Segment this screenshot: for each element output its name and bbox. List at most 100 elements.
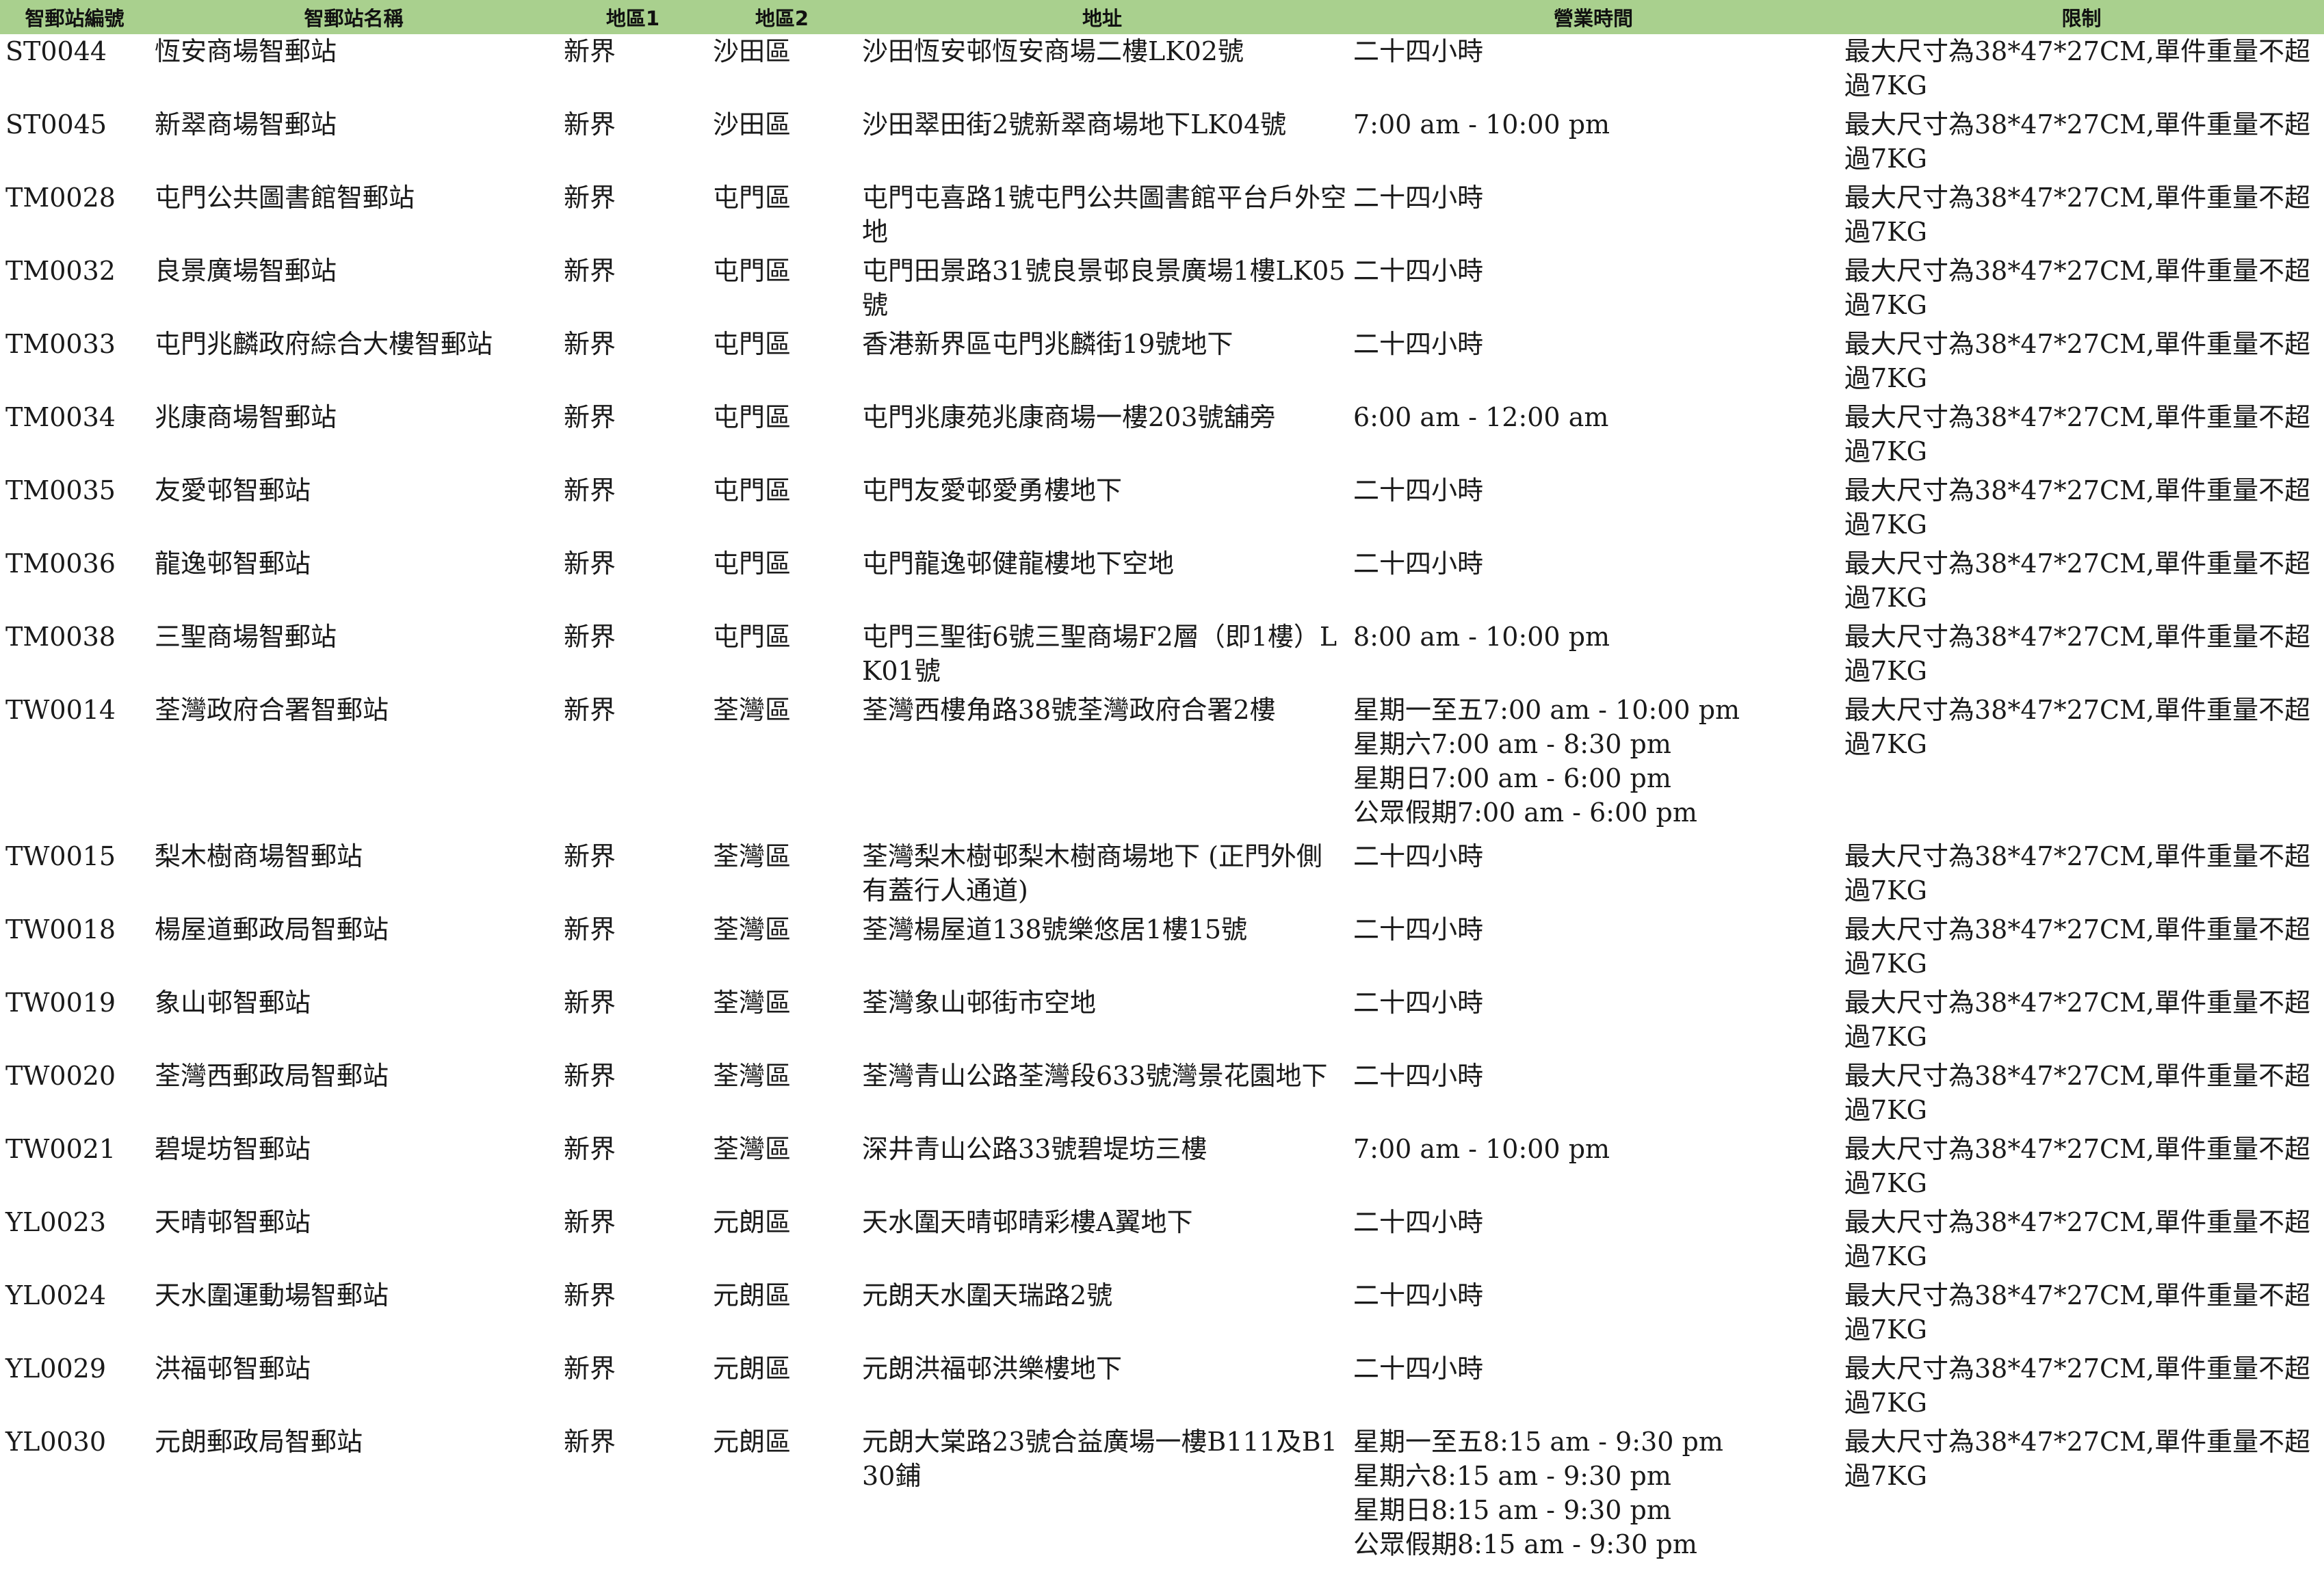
- cell-region-2[interactable]: 屯門區: [707, 254, 857, 327]
- cell-station-id[interactable]: YL0030: [0, 1425, 149, 1571]
- cell-station-id[interactable]: YL0023: [0, 1205, 149, 1278]
- cell-region-1[interactable]: 新界: [558, 327, 707, 400]
- cell-opening-hours[interactable]: 二十四小時: [1348, 839, 1839, 912]
- cell-region-2[interactable]: 荃灣區: [707, 912, 857, 986]
- cell-address[interactable]: 荃灣楊屋道138號樂悠居1樓15號: [857, 912, 1348, 986]
- cell-station-name[interactable]: 屯門公共圖書館智郵站: [149, 181, 558, 254]
- cell-opening-hours[interactable]: 二十四小時: [1348, 546, 1839, 620]
- header-opening-hours[interactable]: 營業時間: [1348, 0, 1839, 34]
- cell-address[interactable]: 元朗天水圍天瑞路2號: [857, 1278, 1348, 1351]
- cell-station-name[interactable]: 恆安商場智郵站: [149, 34, 558, 107]
- cell-opening-hours[interactable]: 二十四小時: [1348, 254, 1839, 327]
- cell-region-1[interactable]: 新界: [558, 1425, 707, 1571]
- cell-restriction[interactable]: 最大尺寸為38*47*27CM,單件重量不超過7KG: [1839, 912, 2324, 986]
- cell-station-name[interactable]: 荃灣西郵政局智郵站: [149, 1059, 558, 1132]
- cell-station-name[interactable]: 天晴邨智郵站: [149, 1205, 558, 1278]
- cell-station-id[interactable]: TM0033: [0, 327, 149, 400]
- cell-station-id[interactable]: TW0015: [0, 839, 149, 912]
- cell-restriction[interactable]: 最大尺寸為38*47*27CM,單件重量不超過7KG: [1839, 400, 2324, 473]
- cell-opening-hours[interactable]: 二十四小時: [1348, 327, 1839, 400]
- cell-station-name[interactable]: 荃灣政府合署智郵站: [149, 693, 558, 839]
- cell-region-1[interactable]: 新界: [558, 693, 707, 839]
- cell-restriction[interactable]: 最大尺寸為38*47*27CM,單件重量不超過7KG: [1839, 1205, 2324, 1278]
- cell-address[interactable]: 荃灣青山公路荃灣段633號灣景花園地下: [857, 1059, 1348, 1132]
- cell-region-1[interactable]: 新界: [558, 473, 707, 546]
- cell-station-id[interactable]: TW0014: [0, 693, 149, 839]
- cell-region-1[interactable]: 新界: [558, 1205, 707, 1278]
- cell-region-2[interactable]: 荃灣區: [707, 1132, 857, 1205]
- cell-station-id[interactable]: TW0020: [0, 1059, 149, 1132]
- cell-restriction[interactable]: 最大尺寸為38*47*27CM,單件重量不超過7KG: [1839, 254, 2324, 327]
- cell-address[interactable]: 荃灣梨木樹邨梨木樹商場地下 (正門外側有蓋行人通道): [857, 839, 1348, 912]
- cell-opening-hours[interactable]: 二十四小時: [1348, 1351, 1839, 1425]
- cell-station-id[interactable]: ST0045: [0, 107, 149, 181]
- cell-region-2[interactable]: 屯門區: [707, 327, 857, 400]
- cell-region-1[interactable]: 新界: [558, 181, 707, 254]
- cell-region-2[interactable]: 屯門區: [707, 181, 857, 254]
- cell-opening-hours[interactable]: 二十四小時: [1348, 986, 1839, 1059]
- cell-region-1[interactable]: 新界: [558, 839, 707, 912]
- header-region-1[interactable]: 地區1: [558, 0, 707, 34]
- cell-address[interactable]: 屯門屯喜路1號屯門公共圖書館平台戶外空地: [857, 181, 1348, 254]
- cell-restriction[interactable]: 最大尺寸為38*47*27CM,單件重量不超過7KG: [1839, 107, 2324, 181]
- cell-region-1[interactable]: 新界: [558, 400, 707, 473]
- cell-station-name[interactable]: 屯門兆麟政府綜合大樓智郵站: [149, 327, 558, 400]
- cell-station-name[interactable]: 良景廣場智郵站: [149, 254, 558, 327]
- cell-station-name[interactable]: 友愛邨智郵站: [149, 473, 558, 546]
- cell-station-id[interactable]: YL0029: [0, 1351, 149, 1425]
- cell-restriction[interactable]: 最大尺寸為38*47*27CM,單件重量不超過7KG: [1839, 986, 2324, 1059]
- cell-station-name[interactable]: 元朗郵政局智郵站: [149, 1425, 558, 1571]
- cell-station-name[interactable]: 新翠商場智郵站: [149, 107, 558, 181]
- cell-opening-hours[interactable]: 7:00 am - 10:00 pm: [1348, 107, 1839, 181]
- cell-region-2[interactable]: 元朗區: [707, 1278, 857, 1351]
- cell-restriction[interactable]: 最大尺寸為38*47*27CM,單件重量不超過7KG: [1839, 693, 2324, 839]
- cell-station-name[interactable]: 兆康商場智郵站: [149, 400, 558, 473]
- cell-opening-hours[interactable]: 二十四小時: [1348, 1278, 1839, 1351]
- cell-region-2[interactable]: 元朗區: [707, 1205, 857, 1278]
- cell-station-id[interactable]: YL0024: [0, 1278, 149, 1351]
- cell-address[interactable]: 屯門田景路31號良景邨良景廣場1樓LK05號: [857, 254, 1348, 327]
- cell-region-2[interactable]: 元朗區: [707, 1425, 857, 1571]
- cell-region-1[interactable]: 新界: [558, 620, 707, 693]
- cell-address[interactable]: 天水圍天晴邨晴彩樓A翼地下: [857, 1205, 1348, 1278]
- cell-opening-hours[interactable]: 8:00 am - 10:00 pm: [1348, 620, 1839, 693]
- cell-region-1[interactable]: 新界: [558, 34, 707, 107]
- cell-region-2[interactable]: 荃灣區: [707, 693, 857, 839]
- cell-station-name[interactable]: 洪福邨智郵站: [149, 1351, 558, 1425]
- cell-region-1[interactable]: 新界: [558, 912, 707, 986]
- header-station-name[interactable]: 智郵站名稱: [149, 0, 558, 34]
- cell-restriction[interactable]: 最大尺寸為38*47*27CM,單件重量不超過7KG: [1839, 181, 2324, 254]
- cell-restriction[interactable]: 最大尺寸為38*47*27CM,單件重量不超過7KG: [1839, 1425, 2324, 1571]
- cell-station-id[interactable]: TW0021: [0, 1132, 149, 1205]
- cell-region-2[interactable]: 沙田區: [707, 34, 857, 107]
- cell-address[interactable]: 元朗洪福邨洪樂樓地下: [857, 1351, 1348, 1425]
- cell-restriction[interactable]: 最大尺寸為38*47*27CM,單件重量不超過7KG: [1839, 34, 2324, 107]
- header-restriction[interactable]: 限制: [1839, 0, 2324, 34]
- cell-restriction[interactable]: 最大尺寸為38*47*27CM,單件重量不超過7KG: [1839, 473, 2324, 546]
- cell-station-id[interactable]: TW0019: [0, 986, 149, 1059]
- cell-region-1[interactable]: 新界: [558, 254, 707, 327]
- cell-region-2[interactable]: 荃灣區: [707, 986, 857, 1059]
- cell-address[interactable]: 屯門龍逸邨健龍樓地下空地: [857, 546, 1348, 620]
- cell-station-id[interactable]: TW0018: [0, 912, 149, 986]
- cell-region-2[interactable]: 荃灣區: [707, 839, 857, 912]
- cell-restriction[interactable]: 最大尺寸為38*47*27CM,單件重量不超過7KG: [1839, 1351, 2324, 1425]
- header-station-id[interactable]: 智郵站編號: [0, 0, 149, 34]
- cell-restriction[interactable]: 最大尺寸為38*47*27CM,單件重量不超過7KG: [1839, 839, 2324, 912]
- cell-station-name[interactable]: 碧堤坊智郵站: [149, 1132, 558, 1205]
- cell-region-2[interactable]: 沙田區: [707, 107, 857, 181]
- cell-region-2[interactable]: 屯門區: [707, 400, 857, 473]
- cell-restriction[interactable]: 最大尺寸為38*47*27CM,單件重量不超過7KG: [1839, 1059, 2324, 1132]
- cell-region-1[interactable]: 新界: [558, 986, 707, 1059]
- cell-restriction[interactable]: 最大尺寸為38*47*27CM,單件重量不超過7KG: [1839, 620, 2324, 693]
- cell-station-name[interactable]: 天水圍運動場智郵站: [149, 1278, 558, 1351]
- cell-station-name[interactable]: 楊屋道郵政局智郵站: [149, 912, 558, 986]
- cell-address[interactable]: 屯門兆康苑兆康商場一樓203號舖旁: [857, 400, 1348, 473]
- cell-address[interactable]: 屯門友愛邨愛勇樓地下: [857, 473, 1348, 546]
- cell-address[interactable]: 屯門三聖街6號三聖商場F2層（即1樓）LK01號: [857, 620, 1348, 693]
- cell-region-2[interactable]: 屯門區: [707, 620, 857, 693]
- cell-station-id[interactable]: TM0032: [0, 254, 149, 327]
- cell-opening-hours[interactable]: 星期一至五8:15 am - 9:30 pm 星期六8:15 am - 9:30 …: [1348, 1425, 1839, 1571]
- cell-region-1[interactable]: 新界: [558, 1351, 707, 1425]
- cell-opening-hours[interactable]: 二十四小時: [1348, 473, 1839, 546]
